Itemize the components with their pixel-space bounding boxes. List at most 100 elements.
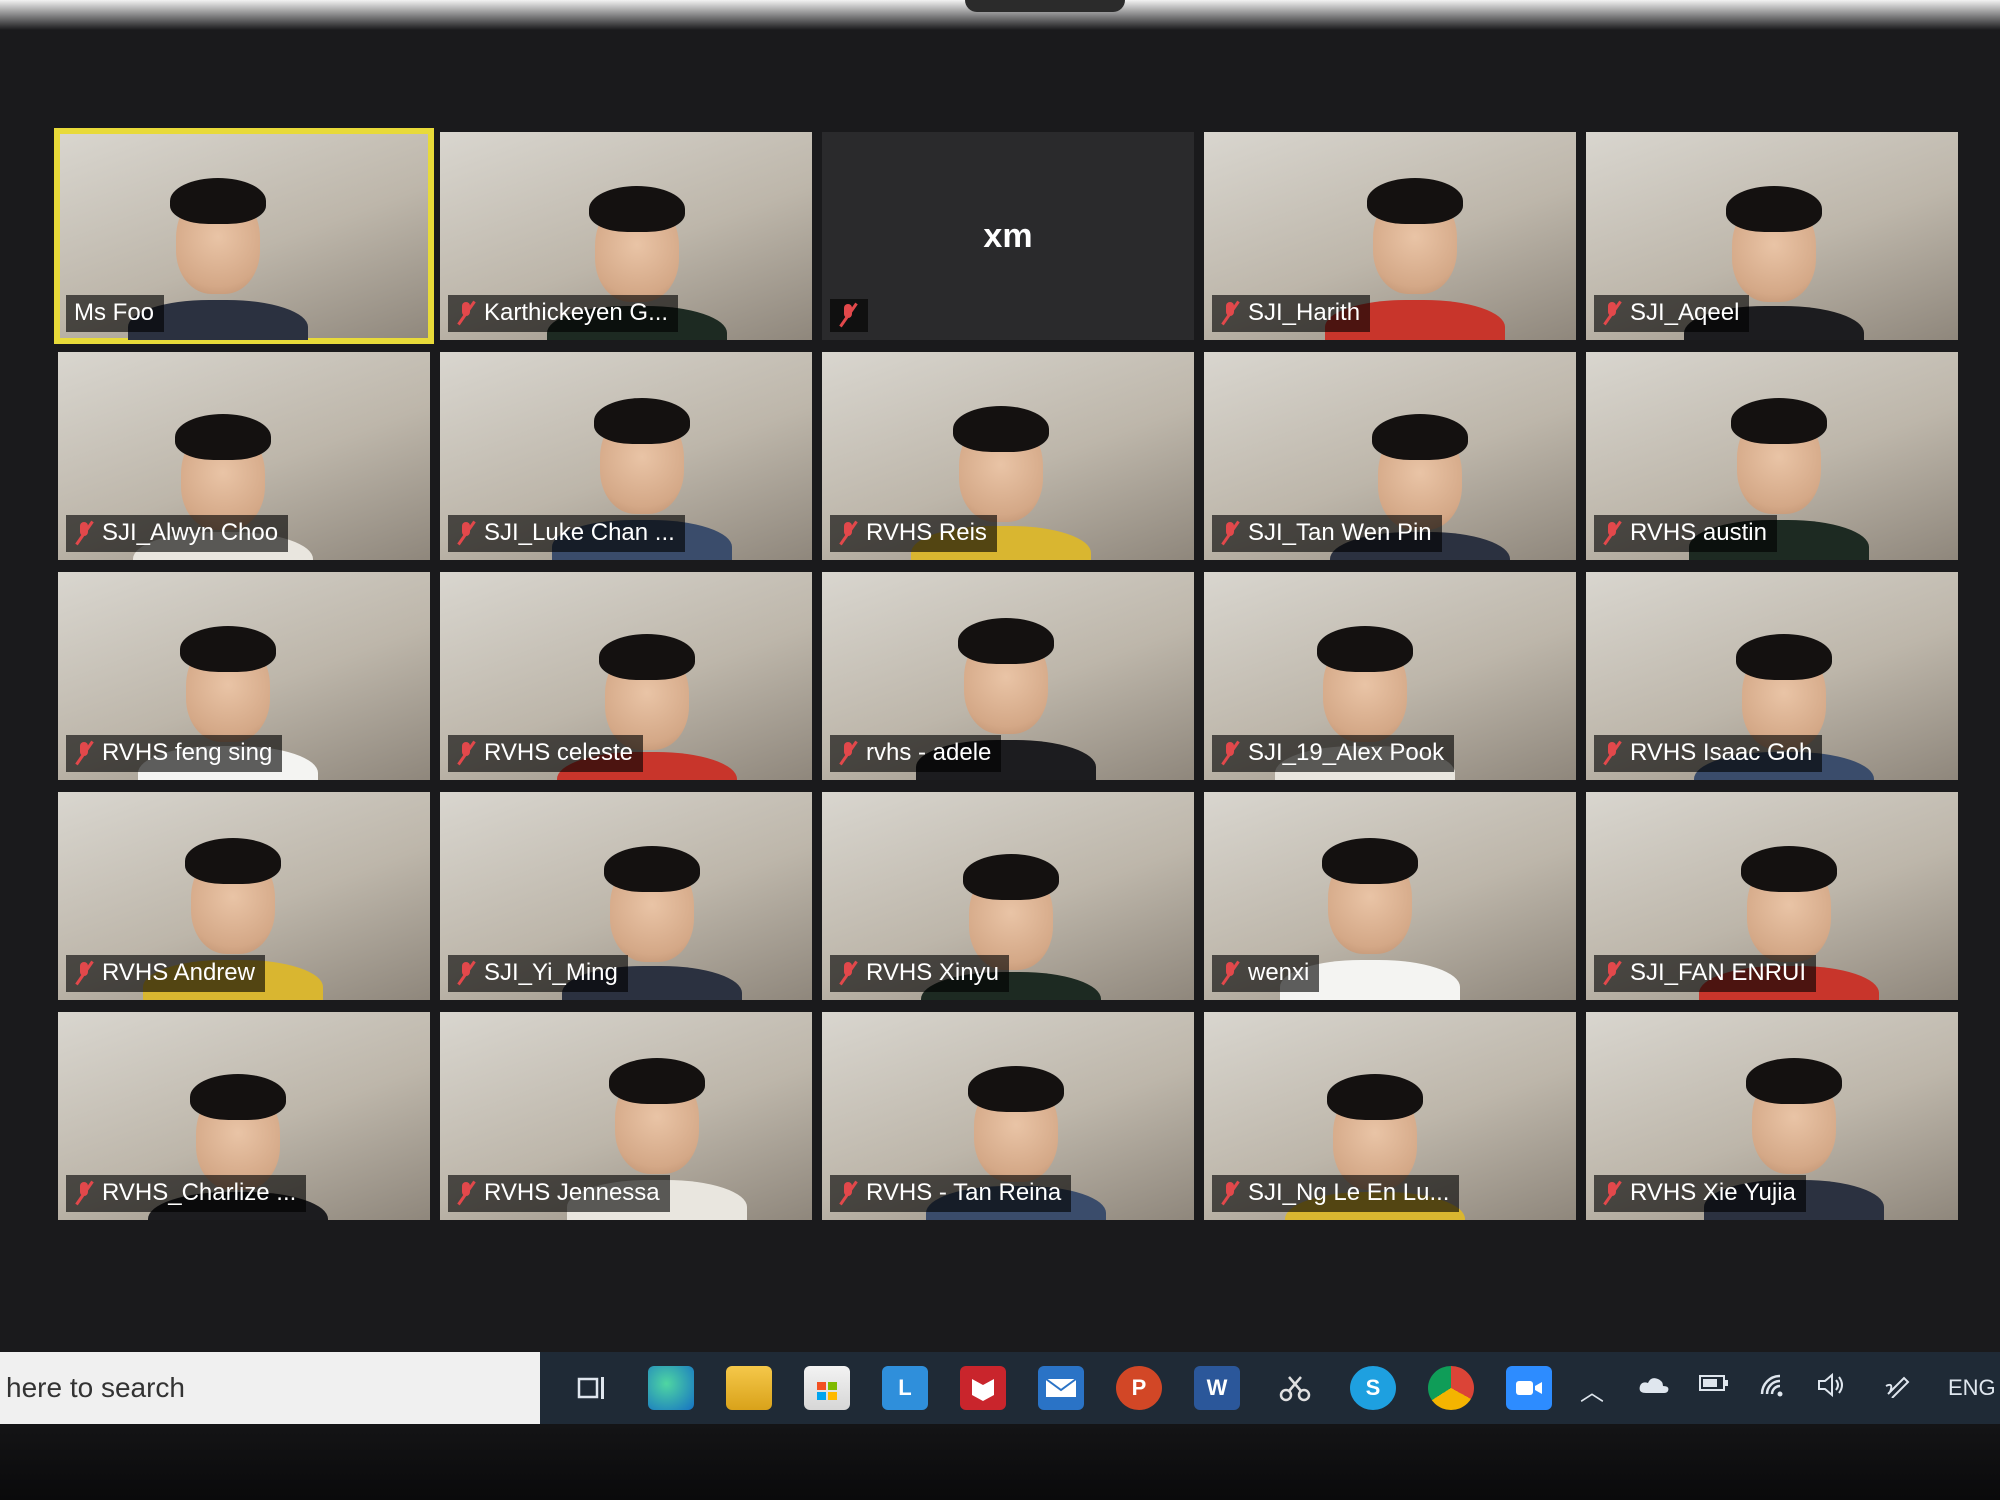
participant-tile[interactable]: RVHS Isaac Goh — [1586, 572, 1958, 780]
participant-tile[interactable]: RVHS - Tan Reina — [822, 1012, 1194, 1220]
edge-icon[interactable] — [648, 1366, 694, 1410]
participant-video-hair — [175, 414, 271, 460]
participant-name: SJI_Alwyn Choo — [102, 519, 279, 546]
participant-tile[interactable]: Karthickeyen G... — [440, 132, 812, 340]
participant-tile[interactable]: SJI_Alwyn Choo — [58, 352, 430, 560]
participant-video-hair — [1731, 398, 1827, 444]
participant-tile[interactable]: SJI_Ng Le En Lu... — [1204, 1012, 1576, 1220]
participant-tile[interactable]: RVHS Xie Yujia — [1586, 1012, 1958, 1220]
wifi-icon[interactable] — [1758, 1372, 1788, 1405]
muted-mic-icon — [1220, 961, 1240, 985]
participant-tile[interactable]: SJI_FAN ENRUI — [1586, 792, 1958, 1000]
participant-tile[interactable]: SJI_Luke Chan ... — [440, 352, 812, 560]
language-indicator[interactable]: ENG — [1948, 1375, 1996, 1401]
participant-avatar-name: xm — [983, 217, 1033, 255]
chevron-up-icon[interactable]: ︿ — [1580, 1372, 1604, 1407]
participant-name-label: RVHS - Tan Reina — [830, 1175, 1072, 1212]
participant-name: RVHS Xinyu — [866, 959, 999, 986]
participant-name: SJI_Ng Le En Lu... — [1248, 1179, 1450, 1206]
chrome-icon[interactable] — [1428, 1366, 1474, 1410]
participant-tile[interactable]: RVHS Jennessa — [440, 1012, 812, 1220]
battery-icon[interactable] — [1698, 1372, 1730, 1401]
onedrive-icon[interactable] — [1638, 1374, 1670, 1402]
monitor-bezel — [0, 1424, 2000, 1500]
task-view-icon[interactable] — [570, 1366, 616, 1410]
participant-name-label: SJI_Tan Wen Pin — [1212, 515, 1442, 552]
participant-tile[interactable]: RVHS_Charlize ... — [58, 1012, 430, 1220]
participant-name: SJI_Harith — [1248, 299, 1361, 326]
participant-tile[interactable]: SJI_Yi_Ming — [440, 792, 812, 1000]
participant-video-hair — [594, 398, 690, 444]
participant-name: Ms Foo — [74, 299, 155, 326]
word-icon[interactable]: W — [1194, 1366, 1240, 1410]
participant-video-hair — [1327, 1074, 1423, 1120]
participant-name: Karthickeyen G... — [484, 299, 669, 326]
zoom-icon[interactable] — [1506, 1366, 1552, 1410]
file-explorer-icon[interactable] — [726, 1366, 772, 1410]
participant-video-hair — [1322, 838, 1418, 884]
muted-mic-icon — [1220, 301, 1240, 325]
participant-name-label: SJI_Harith — [1212, 295, 1371, 332]
participant-tile[interactable]: SJI_Tan Wen Pin — [1204, 352, 1576, 560]
participant-tile[interactable]: wenxi — [1204, 792, 1576, 1000]
participant-video-hair — [1741, 846, 1837, 892]
participant-name-label: RVHS Xie Yujia — [1594, 1175, 1806, 1212]
participant-name-label: Ms Foo — [66, 295, 165, 332]
participant-name: RVHS Reis — [866, 519, 987, 546]
participant-tile[interactable]: RVHS Xinyu — [822, 792, 1194, 1000]
pen-icon[interactable] — [1884, 1372, 1912, 1405]
participant-tile[interactable]: RVHS Reis — [822, 352, 1194, 560]
participant-tile[interactable]: SJI_19_Alex Pook — [1204, 572, 1576, 780]
participant-video-hair — [599, 634, 695, 680]
skype-icon[interactable]: S — [1350, 1366, 1396, 1410]
participant-tile[interactable]: RVHS austin — [1586, 352, 1958, 560]
participant-tile[interactable]: RVHS Andrew — [58, 792, 430, 1000]
muted-mic-icon — [456, 741, 476, 765]
muted-mic-icon — [1602, 961, 1622, 985]
store-icon[interactable] — [804, 1366, 850, 1410]
l-app-icon[interactable]: L — [882, 1366, 928, 1410]
participant-video-hair — [958, 618, 1054, 664]
zoom-window: Ms Foo Karthickeyen G... xm SJI_Harith SJI_A… — [0, 0, 2000, 1352]
participant-video-hair — [1367, 178, 1463, 224]
participant-tile[interactable]: RVHS celeste — [440, 572, 812, 780]
participant-video-hair — [1736, 634, 1832, 680]
taskbar-search-box[interactable]: here to search — [0, 1352, 540, 1424]
mail-icon[interactable] — [1038, 1366, 1084, 1410]
participant-name-label: RVHS austin — [1594, 515, 1777, 552]
participant-name-label: SJI_FAN ENRUI — [1594, 955, 1817, 992]
powerpoint-glyph: P — [1131, 1375, 1147, 1400]
participant-tile[interactable]: SJI_Harith — [1204, 132, 1576, 340]
participant-name: SJI_Aqeel — [1630, 299, 1740, 326]
participant-tile[interactable]: xm — [822, 132, 1194, 340]
participant-name: RVHS - Tan Reina — [866, 1179, 1062, 1206]
muted-mic-icon — [838, 961, 858, 985]
participant-video-hair — [609, 1058, 705, 1104]
participant-name: RVHS Andrew — [102, 959, 255, 986]
participant-name: SJI_Luke Chan ... — [484, 519, 675, 546]
participant-name-label: RVHS Jennessa — [448, 1175, 670, 1212]
participant-video-hair — [1372, 414, 1468, 460]
participant-name: RVHS Jennessa — [484, 1179, 660, 1206]
participant-video-hair — [953, 406, 1049, 452]
powerpoint-icon[interactable]: P — [1116, 1366, 1162, 1410]
mcafee-icon[interactable] — [960, 1366, 1006, 1410]
snip-icon[interactable] — [1272, 1366, 1318, 1410]
muted-mic-icon — [456, 1181, 476, 1205]
muted-mic-icon — [74, 521, 94, 545]
participant-tile[interactable]: SJI_Aqeel — [1586, 132, 1958, 340]
participant-tile[interactable]: rvhs - adele — [822, 572, 1194, 780]
participant-tile[interactable]: RVHS feng sing — [58, 572, 430, 780]
volume-icon[interactable] — [1816, 1372, 1846, 1405]
participant-video-hair — [190, 1074, 286, 1120]
participant-name-label: SJI_Alwyn Choo — [66, 515, 289, 552]
participant-name-label: SJI_Aqeel — [1594, 295, 1750, 332]
participant-tile[interactable]: Ms Foo — [54, 128, 434, 344]
participant-name: SJI_19_Alex Pook — [1248, 739, 1445, 766]
participant-name: RVHS Isaac Goh — [1630, 739, 1813, 766]
participant-video-hair — [968, 1066, 1064, 1112]
participant-video-hair — [180, 626, 276, 672]
participant-name-label: RVHS celeste — [448, 735, 643, 772]
participant-name-label: rvhs - adele — [830, 735, 1002, 772]
muted-mic-icon — [456, 521, 476, 545]
